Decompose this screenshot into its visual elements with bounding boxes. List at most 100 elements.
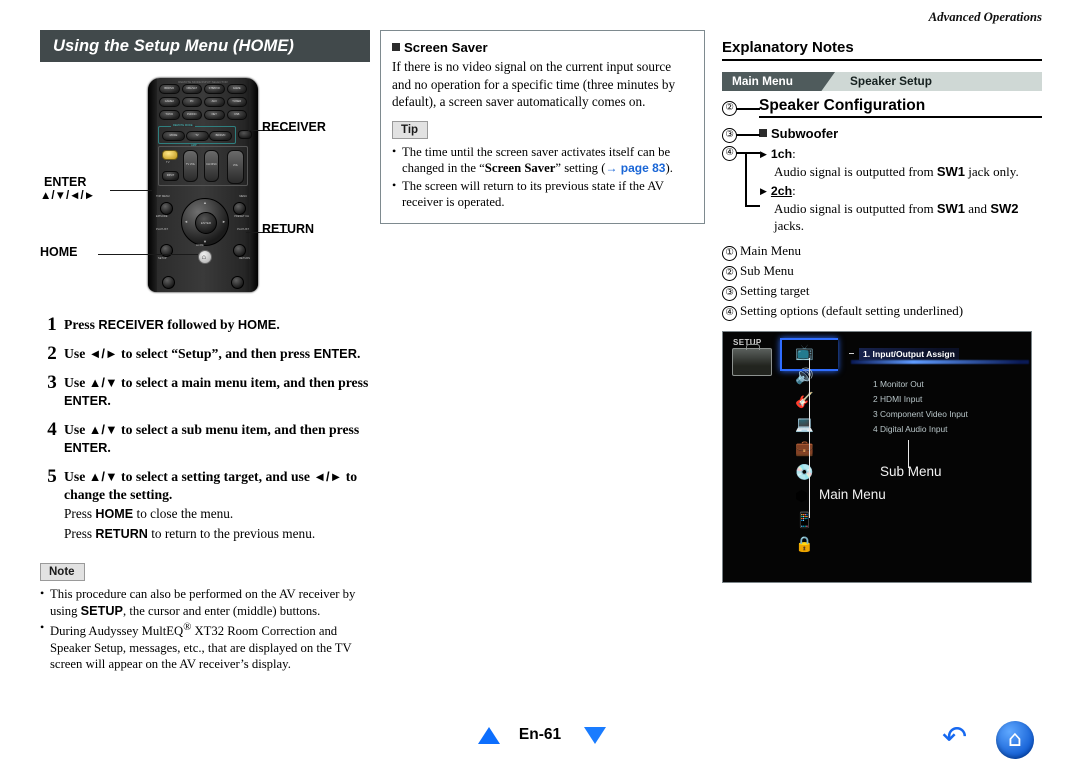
remote-button-tv[interactable]: TV (185, 131, 209, 141)
sub-menu-annotation: Sub Menu (880, 464, 942, 479)
remote-button-game2[interactable]: GAME2 (159, 97, 180, 107)
remote-playlist-right-label: PLAYLIST (237, 228, 249, 231)
menu-icon-lock-setup[interactable]: 🔒 (783, 534, 835, 557)
remote-button-return[interactable] (233, 244, 246, 257)
remote-button-net[interactable]: NET (204, 110, 225, 120)
remote-button-mode[interactable]: MODE (162, 131, 185, 141)
page-number: En-61 (518, 726, 562, 743)
remote-volume-panel: TV INPUT TV VOL CH DISC VOL (158, 146, 248, 186)
audio-adjust-icon: 🎸 (795, 393, 814, 409)
step-1: 1 Press RECEIVER followed by HOME. (40, 314, 370, 335)
option-1ch-label-row: ▶ 1ch: (760, 146, 796, 161)
remote-button-stb-dvr[interactable]: STB/DVR (204, 84, 225, 94)
step-text: Press RECEIVER followed by HOME. (64, 317, 280, 332)
legend-text: Setting target (740, 283, 810, 298)
legend-marker: ④ (722, 306, 737, 321)
option-2ch-label-row: ▶ 2ch: (760, 183, 796, 198)
remote-episode-label: EPISODE (156, 215, 168, 218)
source-setup-icon: 💻 (795, 417, 814, 433)
remote-button-game[interactable]: GAME (226, 84, 247, 94)
submenu-item-digital-audio-input[interactable]: 4 Digital Audio Input (873, 422, 968, 437)
legend-item: ③ Setting target (722, 281, 1042, 301)
dpad-left-icon[interactable]: ◄ (184, 219, 188, 224)
step-number: 3 (47, 372, 57, 393)
remote-button-phono[interactable]: PHONO (181, 110, 202, 120)
option-1ch-description: Audio signal is outputted from SW1 jack … (774, 164, 1019, 179)
remote-control-illustration: REMOTE MODE/INPUT SELECTOR BD/DVD CBL/SA… (40, 70, 370, 310)
remote-preset-ch-label: PRESET CH (234, 215, 249, 218)
option-arrow-icon: ▶ (760, 186, 767, 196)
remote-menu-label: MENU (239, 195, 247, 198)
tip-tag: Tip (392, 120, 429, 139)
remote-button-next[interactable] (231, 276, 244, 289)
breadcrumb-speaker-setup[interactable]: Speaker Setup (850, 72, 932, 91)
main-menu-annotation: Main Menu (819, 487, 886, 502)
remote-button-menu[interactable] (233, 202, 246, 215)
screen-saver-heading-text: Screen Saver (404, 40, 488, 55)
setting-options-block: ④ ▶ 1ch: Audio signal is outputted from … (722, 145, 1042, 234)
speaker-configuration-heading: Speaker Configuration (759, 97, 926, 114)
remote-tv-label: TV (166, 160, 170, 164)
remote-button-home[interactable]: ⌂ (198, 250, 212, 264)
remote-button-cbl-sat[interactable]: CBL/SAT (181, 84, 202, 94)
legend-text: Sub Menu (740, 263, 794, 278)
note-item: During Audyssey MultEQ® XT32 Room Correc… (40, 619, 370, 673)
remote-button-pc[interactable]: PC (181, 97, 202, 107)
submenu-item-component-video-input[interactable]: 3 Component Video Input (873, 407, 968, 422)
remote-channel-rocker[interactable]: CH DISC (204, 150, 219, 182)
remote-button-enter[interactable]: ENTER (195, 212, 217, 234)
dpad-up-icon[interactable]: ▲ (203, 200, 207, 205)
marker-four: ④ (722, 146, 737, 161)
page-link[interactable]: → page 83 (605, 161, 665, 175)
breadcrumb-main-menu[interactable]: Main Menu (722, 72, 835, 91)
submenu-tick (849, 353, 854, 355)
remote-dpad[interactable]: ▲ ▼ ◄ ► ENTER (181, 198, 229, 246)
left-column: Using the Setup Menu (HOME) REMOTE MODE/… (40, 30, 370, 674)
remote-button-aux[interactable]: AUX (204, 97, 225, 107)
remote-button-bd-dvd-mode[interactable]: BD/DVD (209, 131, 232, 141)
remote-bottom-row (148, 276, 258, 290)
miscellaneous-icon: 💿 (795, 465, 814, 481)
remote-button-q[interactable] (160, 244, 173, 257)
marker-two: ② (722, 101, 737, 116)
heading-rule (722, 59, 1042, 61)
remote-button-input[interactable]: INPUT (162, 171, 179, 181)
remote-button-top-menu[interactable] (160, 202, 173, 215)
section-square-icon (392, 43, 400, 51)
note-item: This procedure can also be performed on … (40, 585, 370, 619)
remote-button-prev[interactable] (162, 276, 175, 289)
remote-tv-volume-rocker[interactable]: TV VOL (183, 150, 198, 182)
callout-enter: ENTER (44, 175, 87, 189)
remote-navigation-area: TOP MENU EPISODE PLAYLIST MENU PRESET CH… (148, 186, 258, 272)
home-button[interactable]: ⌂ (996, 721, 1034, 759)
step-text: Use ◄/► to select “Setup”, and then pres… (64, 346, 361, 361)
dpad-right-icon[interactable]: ► (222, 219, 226, 224)
note-block: Note This procedure can also be performe… (40, 562, 370, 673)
submenu-title: 1. Input/Output Assign (859, 348, 959, 360)
triangle-down-icon[interactable] (584, 727, 606, 744)
callout-home: HOME (40, 245, 78, 259)
remote-button-usb[interactable]: USB (226, 110, 247, 120)
listening-mode-preset-icon: 💼 (795, 441, 814, 457)
legend-text: Main Menu (740, 243, 802, 258)
leader-line-marker-two (736, 108, 760, 110)
tip-list: The time until the screen saver activate… (392, 143, 693, 211)
remote-button-receiver[interactable] (238, 130, 252, 139)
remote-button-tv-cd[interactable]: TV/CD (159, 110, 180, 120)
remote-setup-label: SETUP (158, 257, 167, 260)
remote-power-button[interactable] (162, 150, 178, 160)
callout-arrow-keys: ▲/▼/◄/► (40, 190, 96, 202)
remote-volume-rocker[interactable]: VOL (227, 150, 244, 184)
marker-legend: ① Main Menu ② Sub Menu ③ Setting target ④ Se… (722, 241, 1042, 321)
manual-page: Using the Setup Menu (HOME) REMOTE MODE/… (0, 0, 1080, 764)
remote-button-bd-dvd[interactable]: BD/DVD (159, 84, 180, 94)
back-arrow-icon[interactable]: ↶ (942, 723, 967, 753)
legend-marker: ② (722, 266, 737, 281)
tip-item: The screen will return to its previous s… (392, 177, 693, 211)
submenu-item-monitor-out[interactable]: 1 Monitor Out (873, 377, 968, 392)
option-arrow-icon: ▶ (760, 149, 767, 159)
remote-controller-setup-icon: 📱 (795, 513, 814, 529)
submenu-item-hdmi-input[interactable]: 2 HDMI Input (873, 392, 968, 407)
remote-button-tuner[interactable]: TUNER (226, 97, 247, 107)
step-number: 1 (47, 314, 57, 335)
